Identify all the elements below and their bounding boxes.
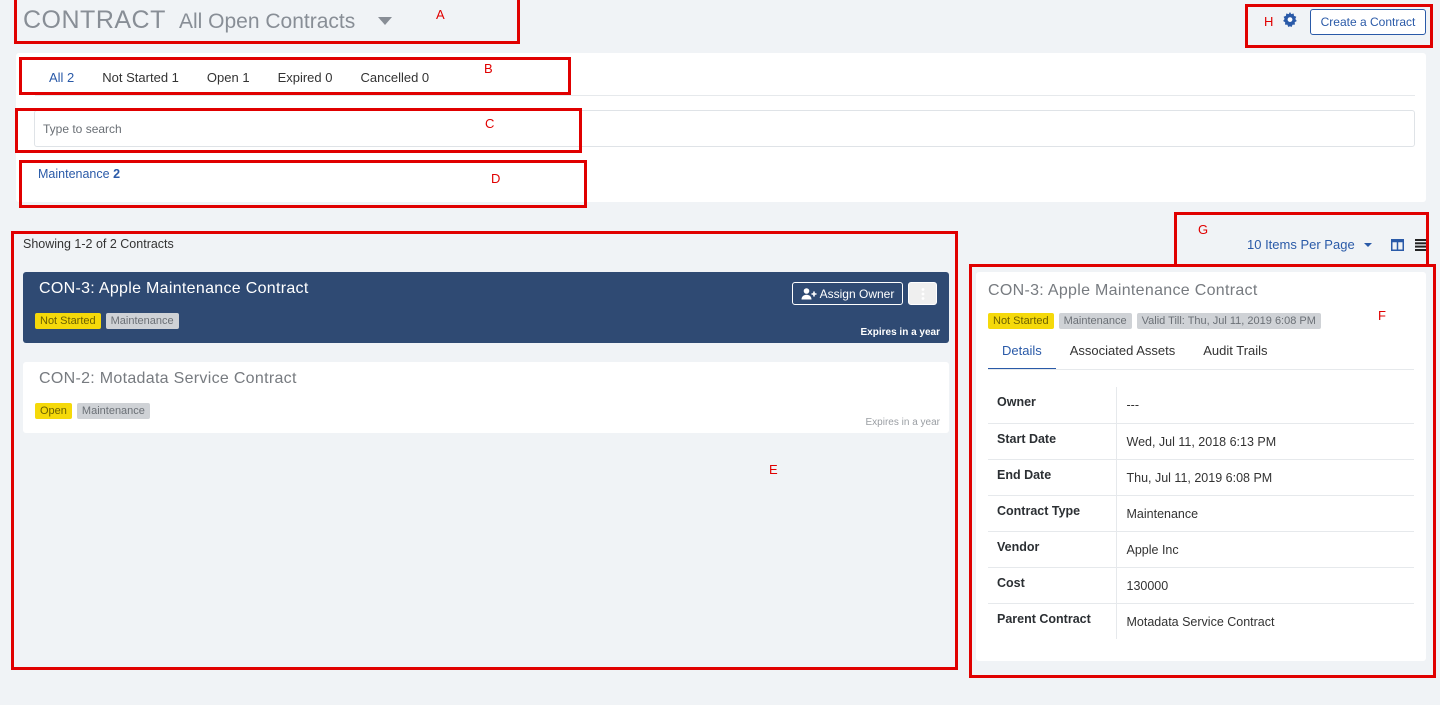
search-input[interactable]: [34, 110, 1415, 147]
field-value: Wed, Jul 11, 2018 6:13 PM: [1126, 434, 1277, 449]
list-view-icon[interactable]: [1415, 239, 1427, 251]
detail-tabs: Details Associated Assets Audit Trails: [988, 338, 1282, 370]
field-label: End Date: [988, 459, 1117, 495]
annotation-label-e: E: [769, 462, 778, 477]
field-value: Apple Inc: [1126, 542, 1179, 557]
table-row: Owner ---: [988, 387, 1414, 423]
field-value: 130000: [1126, 578, 1169, 593]
status-badge: Open: [35, 403, 72, 419]
field-value: Maintenance: [1126, 506, 1199, 521]
create-contract-button[interactable]: Create a Contract: [1310, 9, 1426, 35]
tab-details[interactable]: Details: [988, 338, 1056, 370]
contract-card-con-2[interactable]: CON-2: Motadata Service Contract Open Ma…: [23, 362, 949, 433]
type-badge: Maintenance: [76, 403, 150, 419]
tab-not-started[interactable]: Not Started 1: [88, 68, 193, 96]
view-caret-down-icon[interactable]: [378, 17, 392, 25]
tab-all[interactable]: All 2: [35, 68, 89, 96]
field-label: Cost: [988, 567, 1117, 603]
table-row: Cost 130000: [988, 567, 1414, 603]
table-row: Contract Type Maintenance: [988, 495, 1414, 531]
detail-title: CON-3: Apple Maintenance Contract: [988, 282, 1258, 299]
tab-expired[interactable]: Expired 0: [264, 68, 347, 96]
tab-audit-trails[interactable]: Audit Trails: [1189, 338, 1281, 370]
table-row: Parent Contract Motadata Service Contract: [988, 603, 1414, 639]
category-label: Maintenance: [38, 167, 110, 181]
field-label: Parent Contract: [988, 603, 1117, 639]
assign-owner-button[interactable]: Assign Owner: [792, 282, 903, 305]
status-badge: Not Started: [988, 313, 1054, 329]
tab-cancelled[interactable]: Cancelled 0: [346, 68, 443, 96]
tab-associated-assets[interactable]: Associated Assets: [1056, 338, 1190, 370]
detail-tabs-divider: [988, 369, 1414, 370]
annotation-label-h: H: [1264, 14, 1274, 29]
tab-open[interactable]: Open 1: [193, 68, 264, 96]
category-filter-maintenance[interactable]: Maintenance 2: [38, 167, 120, 181]
view-selector[interactable]: All Open Contracts: [179, 10, 355, 34]
field-value: Motadata Service Contract: [1126, 614, 1275, 629]
type-badge: Maintenance: [1058, 313, 1132, 329]
annotation-label-f: F: [1378, 308, 1386, 323]
field-label: Contract Type: [988, 495, 1117, 531]
valid-till-badge: Valid Till: Thu, Jul 11, 2019 6:08 PM: [1136, 313, 1321, 329]
annotation-label-d: D: [491, 171, 501, 186]
annotation-label-c: C: [485, 116, 495, 131]
annotation-label-g: G: [1198, 222, 1209, 237]
field-label: Start Date: [988, 423, 1117, 459]
results-count: Showing 1-2 of 2 Contracts: [23, 237, 174, 251]
contract-title: CON-3: Apple Maintenance Contract: [39, 280, 309, 297]
annotation-label-a: A: [436, 7, 445, 22]
expiry-text: Expires in a year: [860, 327, 941, 338]
table-row: End Date Thu, Jul 11, 2019 6:08 PM: [988, 459, 1414, 495]
user-plus-icon: [801, 287, 817, 299]
split-view-icon[interactable]: [1391, 239, 1404, 251]
field-value: ---: [1126, 398, 1140, 412]
table-row: Vendor Apple Inc: [988, 531, 1414, 567]
more-actions-button[interactable]: [908, 282, 937, 305]
per-page-caret-down-icon[interactable]: [1364, 243, 1372, 247]
expiry-text: Expires in a year: [865, 417, 940, 428]
status-tabs: All 2 Not Started 1 Open 1 Expired 0 Can…: [35, 68, 443, 96]
kebab-icon: [921, 287, 924, 300]
table-row: Start Date Wed, Jul 11, 2018 6:13 PM: [988, 423, 1414, 459]
details-table: Owner --- Start Date Wed, Jul 11, 2018 6:1…: [988, 387, 1414, 639]
annotation-label-b: B: [484, 61, 493, 76]
status-badge: Not Started: [35, 313, 101, 329]
field-label: Owner: [988, 387, 1117, 423]
page-title: CONTRACT: [23, 6, 166, 34]
field-value: Thu, Jul 11, 2019 6:08 PM: [1126, 470, 1273, 485]
contract-card-con-3[interactable]: CON-3: Apple Maintenance Contract Not St…: [23, 272, 949, 343]
contract-title: CON-2: Motadata Service Contract: [39, 370, 297, 387]
type-badge: Maintenance: [105, 313, 179, 329]
field-label: Vendor: [988, 531, 1117, 567]
assign-owner-label: Assign Owner: [819, 286, 895, 301]
tabs-divider: [35, 95, 1415, 96]
gear-icon[interactable]: [1282, 12, 1298, 28]
items-per-page-select[interactable]: 10 Items Per Page: [1247, 237, 1355, 252]
category-count: 2: [113, 167, 121, 181]
